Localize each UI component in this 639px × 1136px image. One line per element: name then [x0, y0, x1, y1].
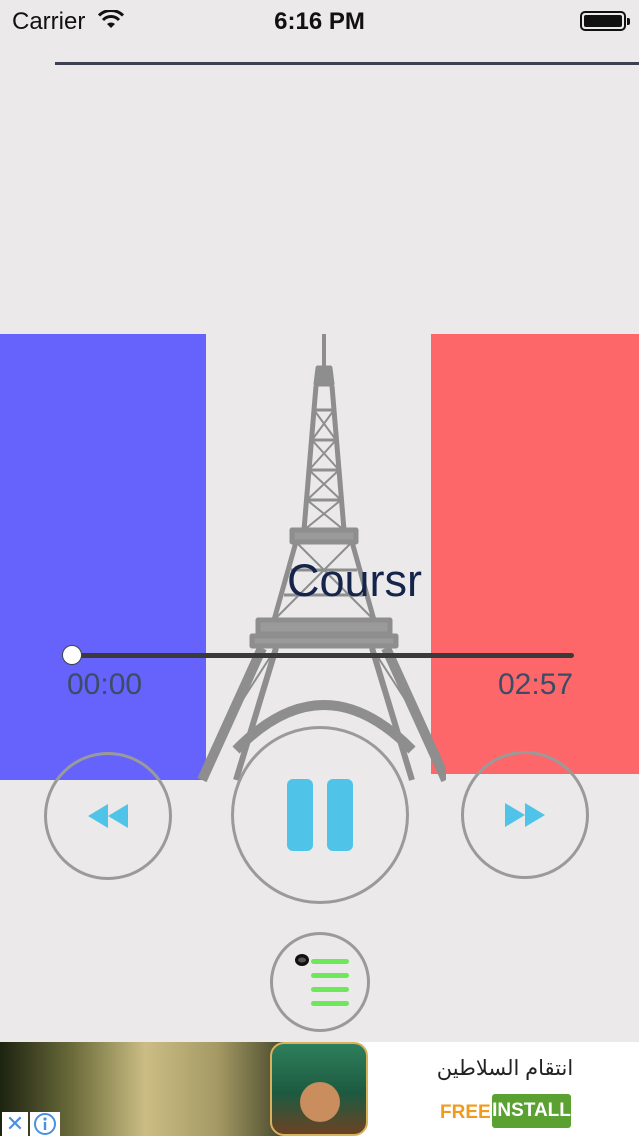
close-icon[interactable]: ✕ [2, 1112, 28, 1136]
playlist-button[interactable] [270, 932, 370, 1032]
rewind-icon [88, 804, 128, 828]
ad-banner[interactable]: انتقام السلاطين FREE INSTALL [0, 1042, 639, 1136]
pause-icon [287, 779, 313, 851]
seek-bar[interactable] [72, 653, 574, 658]
fast-forward-icon [505, 803, 545, 827]
status-time: 6:16 PM [274, 8, 365, 35]
header-divider [55, 62, 639, 65]
flag-blue-stripe [0, 334, 206, 780]
ad-install-button[interactable]: INSTALL [492, 1094, 571, 1128]
rewind-button[interactable] [44, 752, 172, 880]
battery-icon [580, 11, 630, 31]
pause-button[interactable] [231, 726, 409, 904]
ad-title: انتقام السلاطين [436, 1057, 574, 1080]
playlist-icon [295, 954, 349, 1006]
flag-red-stripe [431, 334, 639, 774]
status-bar: Carrier 6:16 PM [0, 0, 639, 42]
elapsed-time: 00:00 [67, 668, 143, 701]
track-title: Coursr [287, 555, 423, 606]
seek-bar-thumb[interactable] [62, 645, 82, 665]
ad-free-label: FREE [440, 1102, 491, 1123]
fast-forward-button[interactable] [461, 751, 589, 879]
ad-game-icon [270, 1042, 368, 1136]
info-icon[interactable] [30, 1112, 60, 1136]
total-time: 02:57 [498, 668, 574, 701]
